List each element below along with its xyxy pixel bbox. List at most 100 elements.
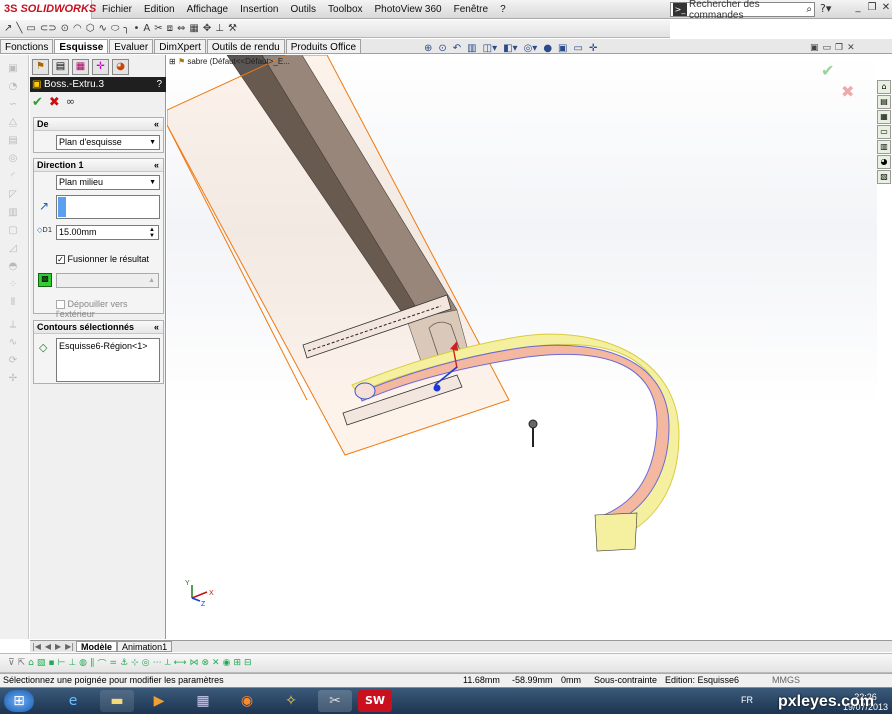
next-tab-icon[interactable]: ▶ [53, 642, 63, 651]
previous-view-icon[interactable]: ↶ [453, 43, 461, 54]
draft-outward-checkbox[interactable] [56, 300, 65, 310]
solidworks-logo[interactable]: 3S SOLIDWORKS [0, 0, 96, 19]
language-indicator[interactable]: FR [741, 695, 753, 705]
section-view-icon[interactable]: ▥ [467, 43, 476, 54]
sweep-icon[interactable]: ∽ [6, 99, 20, 111]
relation-display-icon[interactable]: ⊞ [233, 658, 241, 668]
relation-intersect-icon[interactable]: ✕ [212, 658, 220, 668]
line-icon[interactable]: ╲ [16, 23, 22, 34]
tab-produits-office[interactable]: Produits Office [285, 39, 362, 53]
axis-icon[interactable]: ✢ [6, 373, 20, 385]
move-icon[interactable]: ✥ [203, 23, 211, 34]
revolve-icon[interactable]: ◔ [6, 81, 20, 93]
relation-parallel-icon[interactable]: ∥ [90, 658, 95, 668]
fillet-feature-icon[interactable]: ◜ [6, 171, 20, 183]
fillet-icon[interactable]: ╮ [123, 23, 129, 34]
draft-icon[interactable]: ◿ [6, 243, 20, 255]
reverse-direction-icon[interactable]: ↗ [39, 199, 49, 213]
extrude-icon[interactable]: ▣ [6, 63, 20, 75]
contours-list[interactable]: Esquisse6-Région<1> [56, 338, 160, 382]
chamfer-icon[interactable]: ◸ [6, 189, 20, 201]
expand-icon[interactable]: ⊞ [169, 57, 176, 66]
view-palette-icon[interactable]: ▥ [877, 140, 891, 154]
feature-tree-flyout[interactable]: ⊞ ⚑ sabre (Défaut<<Défaut>_E... [169, 57, 290, 66]
restore-icon[interactable]: ❐ [866, 1, 878, 15]
close-icon[interactable]: ✕ [880, 1, 892, 15]
command-search[interactable]: >_ Rechercher des commandes ⌕ [670, 0, 815, 21]
polygon-icon[interactable]: ⬡ [86, 23, 95, 34]
display-style-icon[interactable]: ◧▾ [503, 43, 517, 54]
loft-icon[interactable]: ⧋ [6, 117, 20, 129]
file-explorer-icon[interactable]: ▦ [877, 110, 891, 124]
feature-help-button[interactable]: ? [156, 77, 162, 92]
text-icon[interactable]: A [143, 23, 150, 34]
cancel-x-icon[interactable]: ✖ [49, 95, 60, 110]
media-player-icon[interactable]: ▶ [142, 690, 176, 712]
filter-icon[interactable]: ⊽ [8, 658, 15, 668]
prev-tab-icon[interactable]: ◀ [43, 642, 53, 651]
design-library-icon[interactable]: ▤ [877, 95, 891, 109]
solidworks-taskbar-icon[interactable]: SW [358, 690, 392, 712]
end-condition-select[interactable]: Plan milieu ▼ [56, 175, 160, 190]
appearances-icon[interactable]: ◕ [877, 155, 891, 169]
relation-midpoint-icon[interactable]: ⊹ [131, 658, 139, 668]
menu-edition[interactable]: Edition [138, 4, 181, 15]
configuration-icon[interactable]: ▦ [72, 59, 89, 75]
status-units[interactable]: MMGS [772, 674, 800, 687]
merge-result-row[interactable]: ✓ Fusionner le résultat [56, 254, 149, 265]
viewport-min-icon[interactable]: ▭ [823, 43, 832, 53]
tab-modele[interactable]: Modèle [76, 641, 118, 652]
tab-evaluer[interactable]: Evaluer [109, 39, 154, 53]
instant3d-icon[interactable]: ⟳ [6, 355, 20, 367]
rectangle-icon[interactable]: ▭ [26, 23, 35, 34]
confirm-cancel-icon[interactable]: ✖ [841, 82, 854, 101]
relation-coincident-icon[interactable]: ◍ [79, 658, 87, 668]
tab-dimxpert[interactable]: DimXpert [154, 39, 206, 53]
arc-icon[interactable]: ◠ [73, 23, 82, 34]
viewport-tile-icon[interactable]: ▣ [810, 43, 819, 53]
calculator-icon[interactable]: ▦ [186, 690, 220, 712]
help-icon[interactable]: ?▾ [820, 2, 831, 15]
resources-icon[interactable]: ⌂ [877, 80, 891, 94]
smart-dimension-icon[interactable]: ↗ [4, 23, 12, 34]
shell-icon[interactable]: ▢ [6, 225, 20, 237]
direction-selection-box[interactable] [56, 195, 160, 219]
relation-equal-icon[interactable]: = [110, 658, 118, 668]
tab-esquisse[interactable]: Esquisse [54, 39, 109, 53]
rib-icon[interactable]: ▥ [6, 207, 20, 219]
graphics-viewport[interactable]: Y X Z ⊞ ⚑ sabre (Défaut<<Défaut>_E... ✔ … [167, 55, 877, 640]
mirror-feature-icon[interactable]: ⫴ [6, 297, 20, 309]
repair-icon[interactable]: ⚒ [228, 23, 237, 34]
merge-result-checkbox[interactable]: ✓ [56, 255, 65, 265]
feature-tree-icon[interactable]: ⚑ [32, 59, 49, 75]
reference-geometry-icon[interactable]: ⟂ [6, 319, 20, 331]
model-view[interactable]: Y X Z [167, 55, 877, 640]
search-icon[interactable]: ⌕ [806, 4, 812, 15]
tab-fonctions[interactable]: Fonctions [0, 39, 54, 53]
pattern-icon[interactable]: ▦ [189, 23, 198, 34]
view-orientation-icon[interactable]: ◫▾ [483, 43, 497, 54]
relation-fix-icon[interactable]: ⚓ [120, 658, 128, 668]
view-settings-icon[interactable]: ▭ [574, 43, 583, 54]
menu-photoview[interactable]: PhotoView 360 [369, 4, 448, 15]
trim-icon[interactable]: ✂ [154, 23, 162, 34]
search-input[interactable]: Rechercher des commandes [689, 0, 806, 21]
relation-delete-icon[interactable]: ⊟ [244, 658, 252, 668]
dome-icon[interactable]: ◓ [6, 261, 20, 273]
tab-outils-de-rendu[interactable]: Outils de rendu [206, 39, 285, 53]
group-direction-1-header[interactable]: Direction 1 « [34, 159, 163, 172]
spline-icon[interactable]: ∿ [99, 23, 107, 34]
internet-explorer-icon[interactable]: e [56, 690, 90, 712]
3d-view-icon[interactable]: ✛ [589, 43, 597, 54]
relation-icon[interactable]: ⊥ [215, 23, 224, 34]
menu-outils[interactable]: Outils [284, 4, 322, 15]
hole-icon[interactable]: ◎ [6, 153, 20, 165]
relation-symmetric-icon[interactable]: ⟷ [174, 658, 187, 668]
circle-icon[interactable]: ⊙ [61, 23, 69, 34]
relation-perpendicular-icon[interactable]: ⟂ [165, 658, 171, 668]
minimize-icon[interactable]: _ [852, 1, 864, 15]
viewport-close-icon[interactable]: ✕ [847, 43, 855, 53]
from-select[interactable]: Plan d'esquisse ▼ [56, 135, 160, 150]
menu-help[interactable]: ? [494, 4, 512, 15]
relation-merge-icon[interactable]: ⋈ [190, 658, 199, 668]
